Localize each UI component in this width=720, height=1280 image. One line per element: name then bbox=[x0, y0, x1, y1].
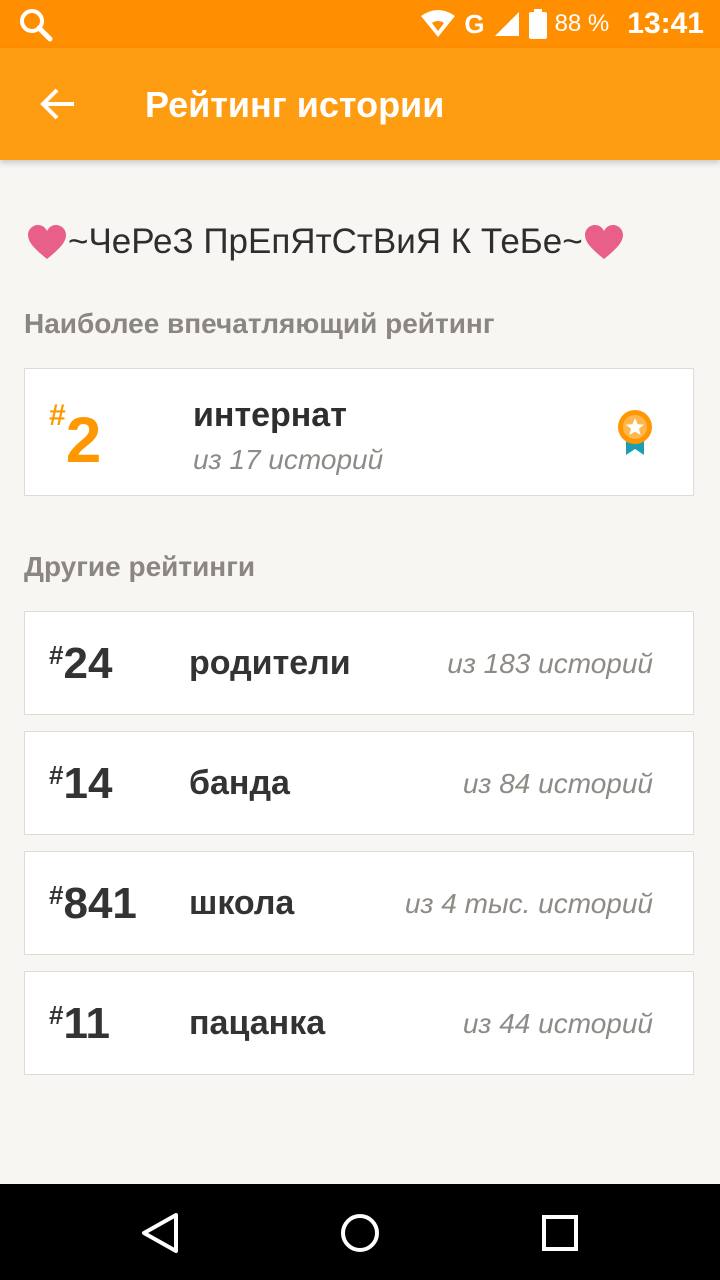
rank-hash: # bbox=[49, 760, 64, 790]
ranking-card[interactable]: #14 банда из 84 историй bbox=[24, 731, 694, 835]
ranking-card[interactable]: #24 родители из 183 историй bbox=[24, 611, 694, 715]
story-title-text: ~ЧеРеЗ ПрЕпЯтСтВиЯ К ТеБе~ bbox=[68, 222, 583, 261]
system-nav-bar bbox=[0, 1184, 720, 1280]
rank-number: #841 bbox=[49, 880, 137, 928]
rank-value: 2 bbox=[65, 404, 102, 476]
rank-hash: # bbox=[49, 399, 66, 432]
arrow-left-icon bbox=[40, 88, 74, 120]
app-bar: Рейтинг истории bbox=[0, 48, 720, 160]
network-type: G bbox=[464, 8, 485, 39]
section-label-other: Другие рейтинги bbox=[24, 551, 256, 582]
rank-number: #11 bbox=[49, 1000, 110, 1048]
nav-home-button[interactable] bbox=[335, 1208, 385, 1258]
top-tag-name: интернат bbox=[193, 396, 347, 434]
rank-hash: # bbox=[49, 640, 64, 670]
rank-number: #24 bbox=[49, 640, 112, 688]
back-button[interactable] bbox=[28, 74, 88, 134]
rank-value: 24 bbox=[63, 639, 113, 688]
tag-name: банда bbox=[189, 764, 290, 802]
ranking-card[interactable]: #841 школа из 4 тыс. историй bbox=[24, 851, 694, 955]
square-recents-icon bbox=[542, 1215, 578, 1251]
heart-icon bbox=[584, 225, 623, 259]
triangle-back-icon bbox=[142, 1213, 178, 1253]
circle-home-icon bbox=[341, 1214, 379, 1252]
section-label-top: Наиболее впечатляющий рейтинг bbox=[24, 308, 495, 339]
medal-icon bbox=[618, 410, 652, 455]
rank-number: #14 bbox=[49, 760, 112, 808]
rank-hash: # bbox=[49, 1000, 64, 1030]
rank-value: 11 bbox=[63, 999, 110, 1048]
page-title: Рейтинг истории bbox=[145, 84, 445, 125]
signal-icon bbox=[494, 12, 519, 36]
rank-hash: # bbox=[49, 880, 64, 910]
story-title: ~ЧеРеЗ ПрЕпЯтСтВиЯ К ТеБе~ bbox=[26, 222, 706, 262]
ranking-card[interactable]: #11 пацанка из 44 историй bbox=[24, 971, 694, 1075]
tag-subtitle: из 44 историй bbox=[462, 1008, 653, 1039]
tag-subtitle: из 183 историй bbox=[447, 648, 653, 679]
wifi-icon bbox=[421, 10, 456, 37]
top-rank-number: #2 bbox=[49, 399, 101, 475]
search-icon bbox=[20, 9, 53, 42]
rank-value: 14 bbox=[63, 759, 113, 808]
battery-percent: 88 % bbox=[554, 10, 610, 37]
top-ranking-card[interactable]: #2 интернат из 17 историй bbox=[24, 368, 694, 496]
tag-name: родители bbox=[189, 644, 351, 682]
battery-icon bbox=[528, 9, 547, 39]
status-bar: G 88 % 13:41 bbox=[0, 0, 720, 48]
clock: 13:41 bbox=[627, 7, 704, 40]
heart-icon bbox=[28, 225, 66, 259]
top-tag-subtitle: из 17 историй bbox=[193, 444, 384, 475]
status-right-group: G 88 % 13:41 bbox=[420, 0, 704, 48]
tag-subtitle: из 84 историй bbox=[462, 768, 653, 799]
nav-back-button[interactable] bbox=[135, 1208, 185, 1258]
tag-name: пацанка bbox=[189, 1004, 326, 1042]
tag-subtitle: из 4 тыс. историй bbox=[404, 888, 653, 919]
tag-name: школа bbox=[189, 884, 295, 922]
nav-recents-button[interactable] bbox=[535, 1208, 585, 1258]
rank-value: 841 bbox=[63, 879, 137, 928]
